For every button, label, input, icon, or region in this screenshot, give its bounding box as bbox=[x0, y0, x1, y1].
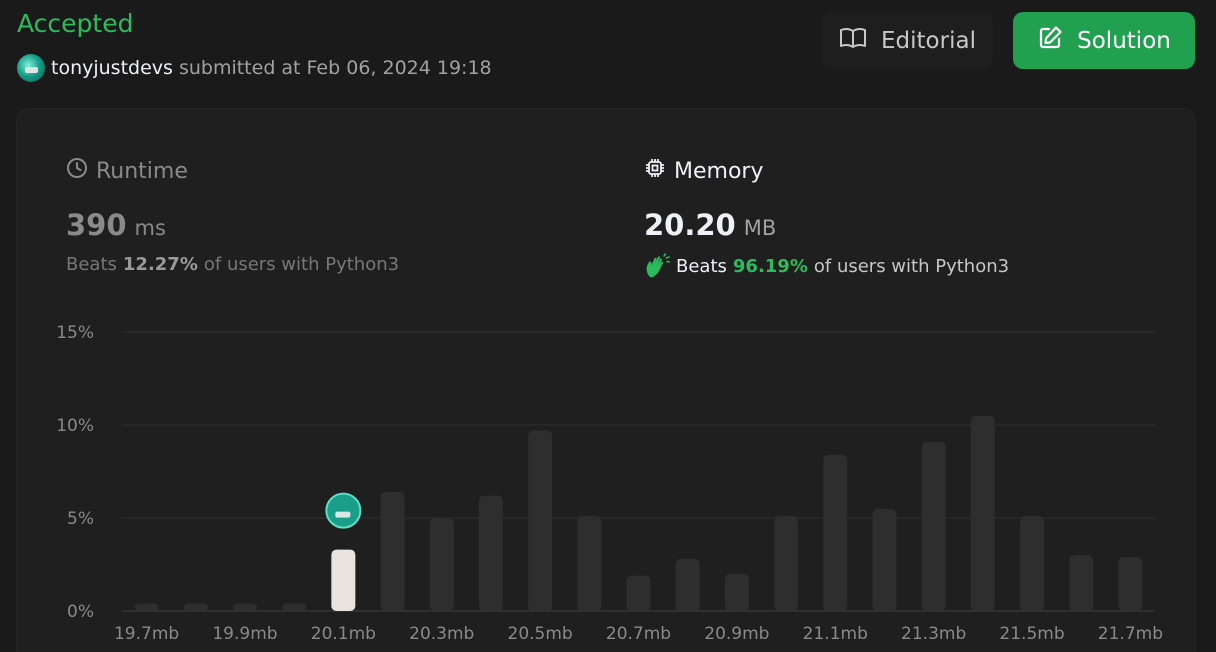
x-tick-label: 20.7mb bbox=[606, 624, 671, 644]
x-tick-label: 20.3mb bbox=[409, 624, 474, 644]
bar[interactable] bbox=[970, 415, 995, 611]
bar[interactable] bbox=[823, 454, 848, 611]
bar[interactable] bbox=[478, 495, 503, 611]
bar[interactable] bbox=[675, 558, 700, 611]
x-tick-label: 21.7mb bbox=[1098, 624, 1163, 644]
bar[interactable] bbox=[774, 516, 799, 611]
bar[interactable] bbox=[1020, 516, 1045, 611]
bar[interactable] bbox=[429, 518, 454, 611]
y-tick-label: 10% bbox=[56, 416, 94, 436]
bar[interactable] bbox=[282, 603, 307, 611]
bar[interactable] bbox=[1118, 557, 1143, 611]
memory-distribution-chart: 0% 5% 10% 15% 19.7mb 19.9mb 20.1mb 20.3mb 20.5mb… bbox=[56, 323, 1163, 644]
x-tick-label: 20.9mb bbox=[704, 624, 769, 644]
x-tick-label: 19.9mb bbox=[212, 624, 277, 644]
bar[interactable] bbox=[872, 508, 897, 611]
x-tick-label: 21.1mb bbox=[803, 624, 868, 644]
bar[interactable] bbox=[577, 516, 602, 611]
bar[interactable] bbox=[626, 575, 651, 611]
x-tick-label: 20.5mb bbox=[508, 624, 573, 644]
y-tick-label: 15% bbox=[56, 323, 94, 343]
selected-bar[interactable] bbox=[331, 549, 356, 611]
submission-result-page: Accepted tonyjustdevs submitted at Feb 0… bbox=[0, 0, 1216, 652]
x-tick-label: 21.3mb bbox=[901, 624, 966, 644]
x-tick-label: 20.1mb bbox=[311, 624, 376, 644]
bar[interactable] bbox=[724, 573, 749, 611]
x-tick-label: 21.5mb bbox=[999, 624, 1064, 644]
bar[interactable] bbox=[921, 441, 946, 611]
x-tick-label: 19.7mb bbox=[114, 624, 179, 644]
bar[interactable] bbox=[232, 603, 257, 611]
bar[interactable] bbox=[183, 603, 208, 611]
bar[interactable] bbox=[380, 491, 405, 611]
bar[interactable] bbox=[134, 603, 159, 611]
y-tick-label: 5% bbox=[67, 509, 94, 529]
bar[interactable] bbox=[528, 430, 553, 611]
user-avatar-marker bbox=[325, 492, 362, 529]
y-tick-label: 0% bbox=[67, 602, 94, 622]
bar[interactable] bbox=[1069, 555, 1094, 611]
